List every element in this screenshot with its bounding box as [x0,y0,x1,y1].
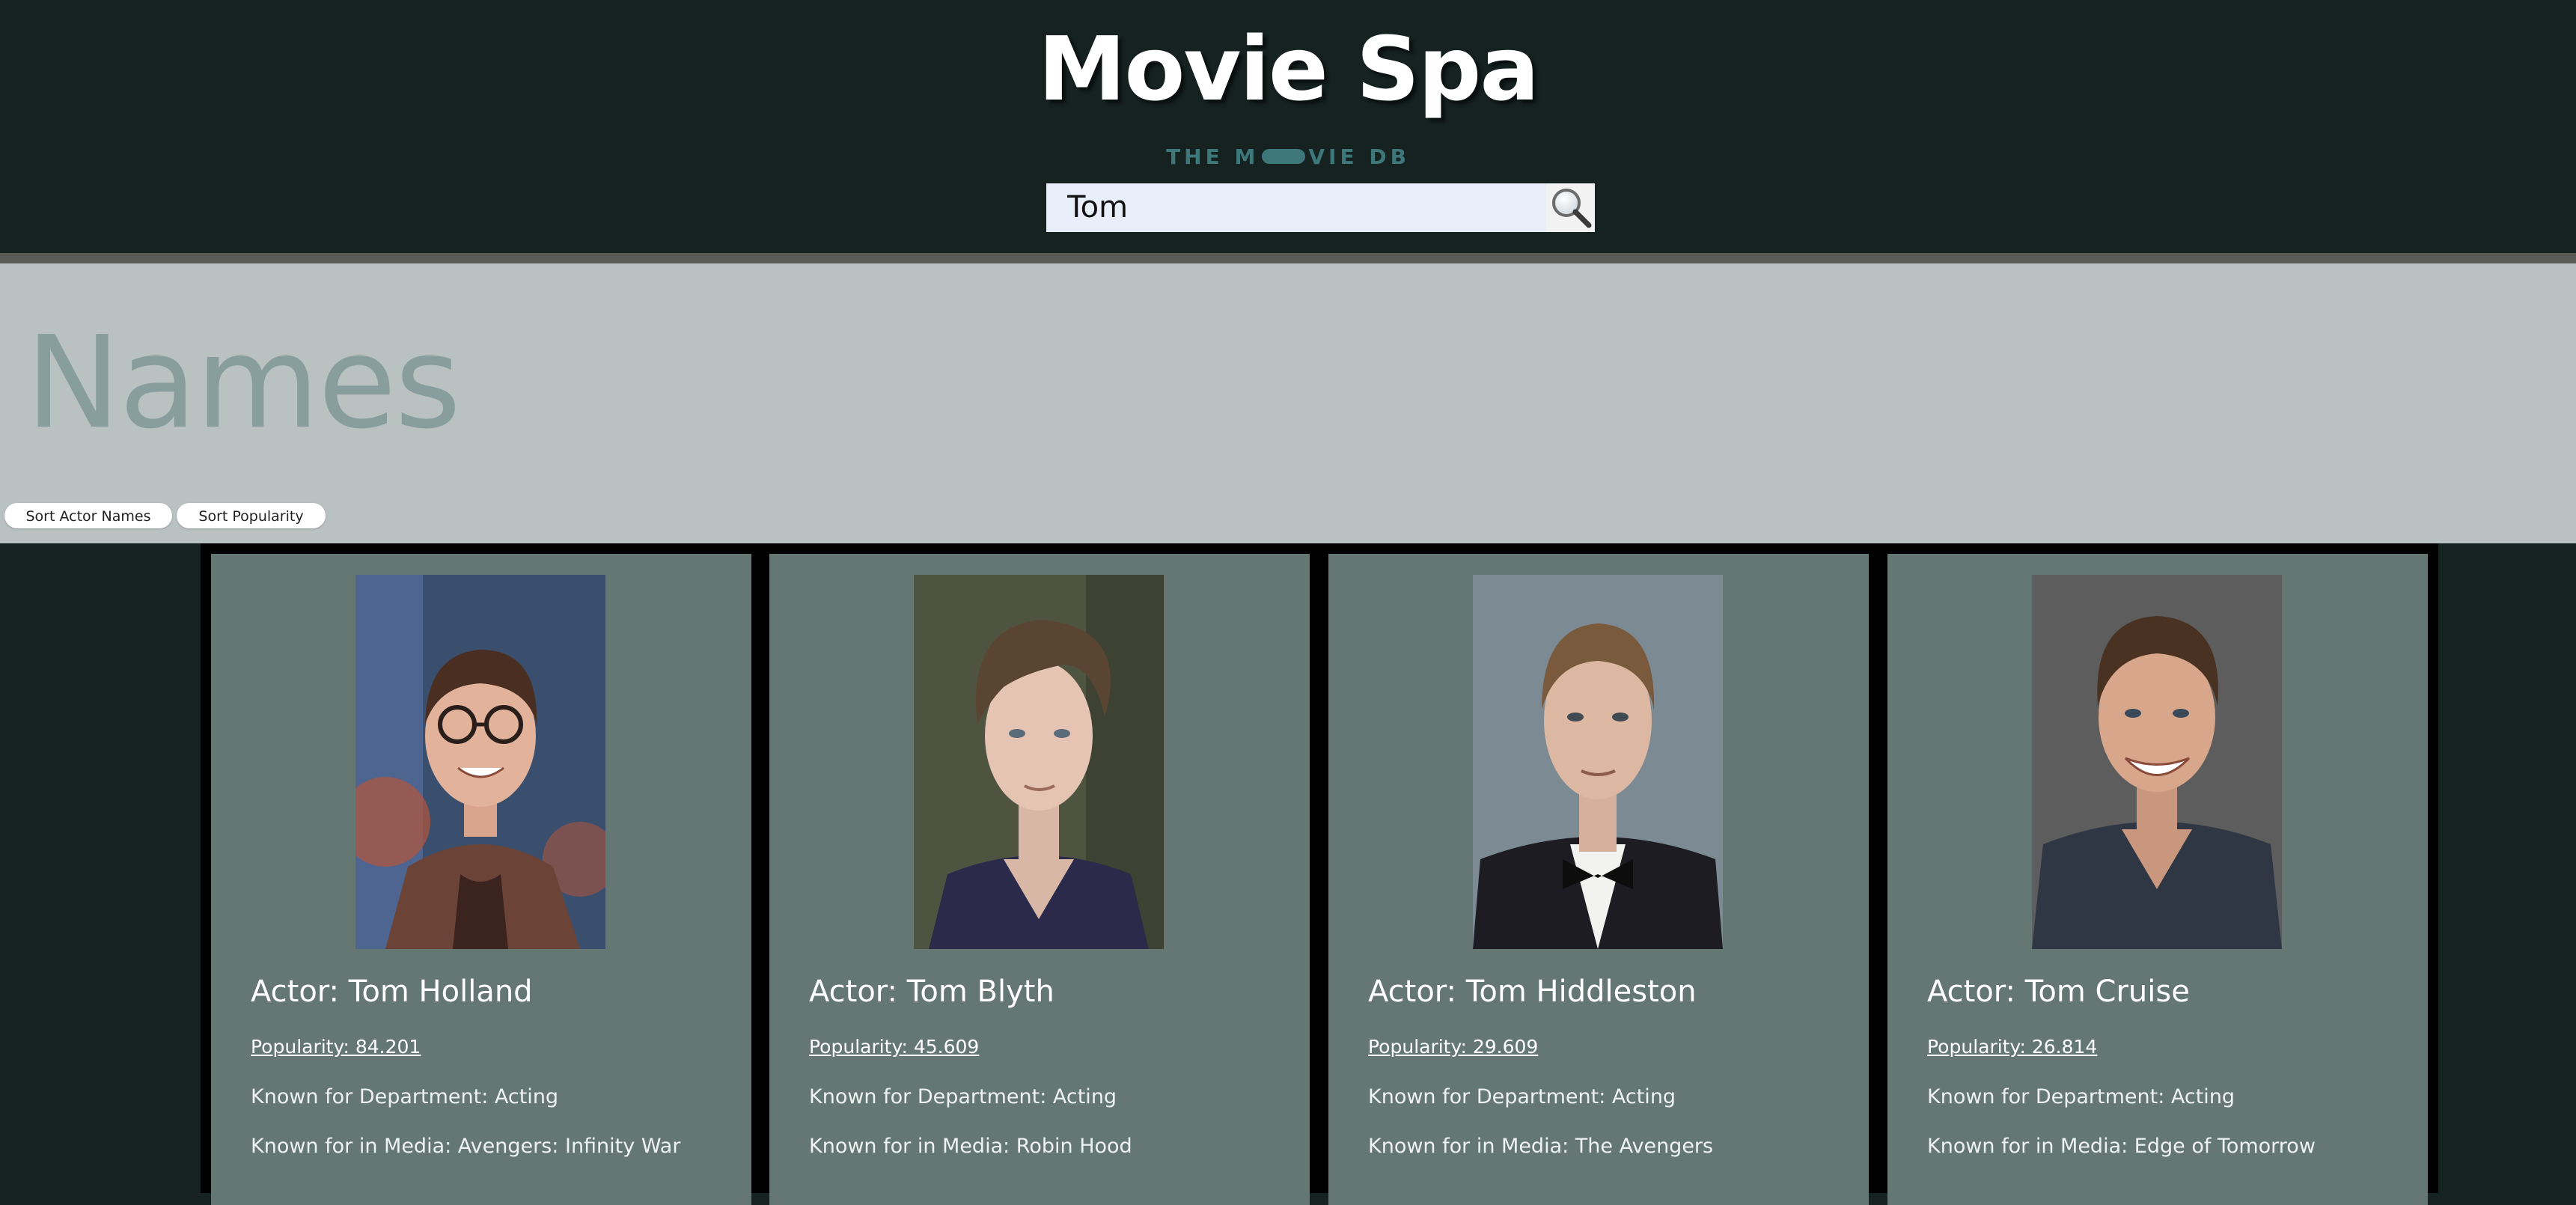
actor-photo-image [914,575,1164,949]
tmdb-logo-text-right: VIE DB [1308,144,1410,169]
actor-photo [355,575,605,949]
actor-known-media: Known for in Media: Edge of Tomorrow [1927,1135,2316,1158]
actor-card[interactable]: Actor: Tom Hiddleston Popularity: 29.609… [1328,554,1869,1205]
actor-name: Actor: Tom Hiddleston [1368,974,1697,1009]
actor-name: Actor: Tom Blyth [809,974,1054,1009]
site-title: Movie Spa [1037,17,1539,120]
actor-popularity[interactable]: Popularity: 26.814 [1927,1034,2097,1060]
actor-photo-image [1473,575,1723,949]
search-input[interactable] [1046,183,1546,232]
site-header: Movie Spa THE M VIE DB [0,0,2576,253]
header-divider [0,253,2576,263]
actor-card[interactable]: Actor: Tom Cruise Popularity: 26.814 Kno… [1887,554,2428,1205]
actor-known-media: Known for in Media: Avengers: Infinity W… [251,1135,681,1158]
actor-cards-list: Actor: Tom Holland Popularity: 84.201 Kn… [201,543,2438,1205]
actor-photo-image [2032,575,2282,949]
actor-popularity[interactable]: Popularity: 45.609 [809,1034,979,1060]
search-bar [1046,183,1595,232]
actor-photo [1473,575,1723,949]
actor-name: Actor: Tom Holland [251,974,533,1009]
search-button[interactable] [1546,183,1595,232]
tmdb-logo-text-left: THE M [1166,144,1260,169]
tmdb-logo-pill [1262,149,1306,164]
actor-known-media: Known for in Media: Robin Hood [809,1135,1132,1158]
names-section: Names Sort Actor Names Sort Popularity [0,263,2576,543]
actor-photo-image [355,575,605,949]
actor-popularity[interactable]: Popularity: 84.201 [251,1034,421,1060]
actor-card[interactable]: Actor: Tom Holland Popularity: 84.201 Kn… [211,554,751,1205]
magnifier-icon [1552,189,1592,228]
tmdb-logo: THE M VIE DB [0,142,2576,172]
actor-department: Known for Department: Acting [251,1085,559,1108]
actor-popularity[interactable]: Popularity: 29.609 [1368,1034,1538,1060]
sort-actor-names-button[interactable]: Sort Actor Names [4,503,172,528]
actor-card[interactable]: Actor: Tom Blyth Popularity: 45.609 Know… [769,554,1310,1205]
actor-department: Known for Department: Acting [1927,1085,2235,1108]
actor-department: Known for Department: Acting [809,1085,1117,1108]
actor-name: Actor: Tom Cruise [1927,974,2190,1009]
sort-popularity-button[interactable]: Sort Popularity [177,503,326,528]
section-title: Names [25,309,461,457]
actor-photo [2032,575,2282,949]
actor-department: Known for Department: Acting [1368,1085,1676,1108]
actor-photo [914,575,1164,949]
actor-known-media: Known for in Media: The Avengers [1368,1135,1714,1158]
